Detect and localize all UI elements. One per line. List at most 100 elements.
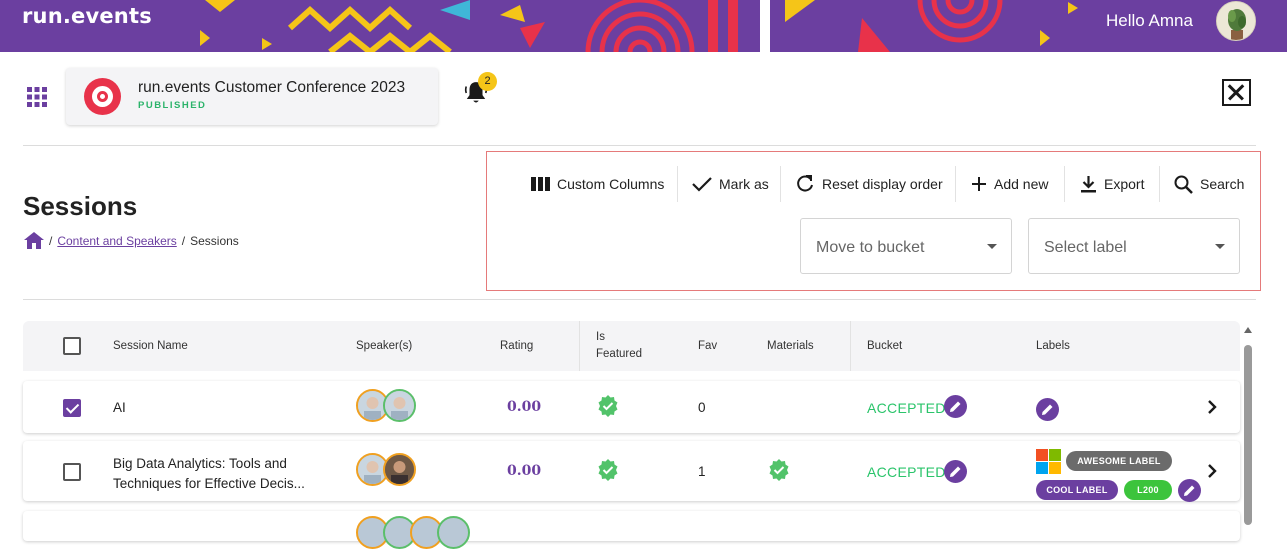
breadcrumb-separator: / (49, 233, 53, 248)
label-pill[interactable]: AWESOME LABEL (1066, 451, 1172, 471)
pencil-icon (1042, 404, 1053, 415)
mark-as-label: Mark as (719, 176, 769, 192)
edit-bucket-button[interactable] (944, 460, 967, 483)
columns-icon (531, 177, 550, 191)
speaker-avatar[interactable] (383, 453, 416, 486)
event-logo-icon (84, 78, 121, 115)
home-icon[interactable] (24, 232, 44, 249)
scrollbar-thumb[interactable] (1244, 345, 1252, 525)
scroll-up-icon[interactable] (1244, 327, 1252, 333)
move-to-bucket-select[interactable]: Move to bucket (800, 218, 1012, 274)
pencil-icon (1184, 485, 1195, 496)
session-fav-count: 1 (698, 464, 706, 479)
featured-check-icon (598, 395, 618, 417)
select-label-select[interactable]: Select label (1028, 218, 1240, 274)
toolbar-separator (1064, 166, 1065, 202)
banner-divider (760, 0, 770, 52)
select-all-checkbox[interactable] (63, 337, 81, 355)
column-header-is-featured-line1: Is (596, 331, 605, 343)
session-bucket: ACCEPTED (867, 464, 946, 480)
apps-grid-icon[interactable] (27, 87, 47, 107)
custom-columns-label: Custom Columns (557, 176, 665, 192)
session-fav-count: 0 (698, 400, 706, 415)
table-scrollbar[interactable] (1243, 327, 1253, 525)
session-bucket: ACCEPTED (867, 400, 946, 416)
column-header-fav[interactable]: Fav (698, 338, 717, 355)
featured-check-icon (598, 459, 618, 481)
column-header-rating[interactable]: Rating (500, 338, 533, 355)
refresh-icon (797, 175, 813, 192)
session-name: AI (113, 400, 126, 415)
divider (23, 299, 1256, 300)
pencil-icon (950, 401, 961, 412)
select-label-placeholder: Select label (1044, 239, 1127, 256)
chevron-right-icon[interactable] (1206, 463, 1218, 479)
toolbar-separator (1159, 166, 1160, 202)
breadcrumb: / Content and Speakers / Sessions (24, 232, 239, 249)
search-button[interactable]: Search (1174, 172, 1244, 196)
label-pill[interactable]: L200 (1124, 480, 1172, 500)
column-header-is-featured[interactable]: Is Featured (596, 329, 642, 363)
search-icon (1174, 175, 1193, 194)
add-new-label: Add new (994, 176, 1049, 192)
breadcrumb-separator: / (181, 233, 186, 248)
column-header-labels[interactable]: Labels (1036, 338, 1070, 355)
mark-as-button[interactable]: Mark as (692, 172, 769, 196)
column-header-bucket[interactable]: Bucket (867, 338, 902, 355)
column-separator (579, 321, 580, 371)
column-header-speakers[interactable]: Speaker(s) (356, 338, 412, 355)
download-icon (1081, 176, 1096, 193)
table-row[interactable] (23, 511, 1240, 541)
checkmark-icon (692, 177, 712, 192)
edit-labels-button[interactable] (1036, 398, 1059, 421)
pencil-icon (950, 466, 961, 477)
column-header-session-name[interactable]: Session Name (113, 338, 188, 355)
move-to-bucket-placeholder: Move to bucket (816, 239, 925, 256)
reset-display-order-button[interactable]: Reset display order (795, 172, 943, 196)
close-icon[interactable] (1222, 79, 1251, 106)
session-rating: 0.00 (507, 463, 542, 479)
speaker-avatar[interactable] (383, 389, 416, 422)
search-label: Search (1200, 176, 1245, 192)
session-rating: 0.00 (507, 399, 542, 415)
chevron-down-icon (987, 244, 997, 249)
export-label: Export (1104, 176, 1145, 192)
session-name: Big Data Analytics: Tools and Techniques… (113, 454, 305, 494)
breadcrumb-current: Sessions (190, 233, 239, 248)
label-pill[interactable]: COOL LABEL (1036, 480, 1118, 500)
user-avatar[interactable] (1216, 1, 1256, 41)
speaker-avatar[interactable] (437, 516, 470, 549)
divider (23, 145, 1256, 146)
event-title: run.events Customer Conference 2023 (138, 79, 406, 96)
greeting: Hello Amna (1106, 11, 1193, 30)
reset-display-order-label: Reset display order (822, 176, 943, 192)
chevron-right-icon[interactable] (1206, 399, 1218, 415)
add-new-button[interactable]: Add new (971, 172, 1048, 196)
session-name-line2: Techniques for Effective Decis... (113, 476, 305, 491)
toolbar-separator (677, 166, 678, 202)
row-checkbox[interactable] (63, 399, 81, 417)
session-name-line1: Big Data Analytics: Tools and (113, 456, 287, 471)
toolbar-separator (780, 166, 781, 202)
edit-bucket-button[interactable] (944, 395, 967, 418)
breadcrumb-link-content-speakers[interactable]: Content and Speakers (57, 234, 176, 248)
custom-columns-button[interactable]: Custom Columns (531, 172, 664, 196)
banner-decoration (200, 0, 1078, 52)
column-header-materials[interactable]: Materials (767, 338, 814, 355)
materials-check-icon (769, 459, 789, 481)
event-selector-card[interactable]: run.events Customer Conference 2023 PUBL… (66, 68, 438, 125)
toolbar-separator (955, 166, 956, 202)
event-status-badge: PUBLISHED (138, 100, 207, 111)
page-title: Sessions (23, 191, 138, 221)
notification-count-badge: 2 (478, 72, 497, 91)
column-header-is-featured-line2: Featured (596, 348, 643, 360)
top-banner: run.events Hello Amna (0, 0, 1287, 52)
column-separator (850, 321, 851, 371)
microsoft-logo-icon (1036, 449, 1061, 474)
plus-icon (972, 177, 986, 191)
export-button[interactable]: Export (1080, 172, 1144, 196)
edit-labels-button[interactable] (1178, 479, 1201, 502)
app-logo[interactable]: run.events (22, 4, 152, 28)
chevron-down-icon (1215, 244, 1225, 249)
row-checkbox[interactable] (63, 463, 81, 481)
